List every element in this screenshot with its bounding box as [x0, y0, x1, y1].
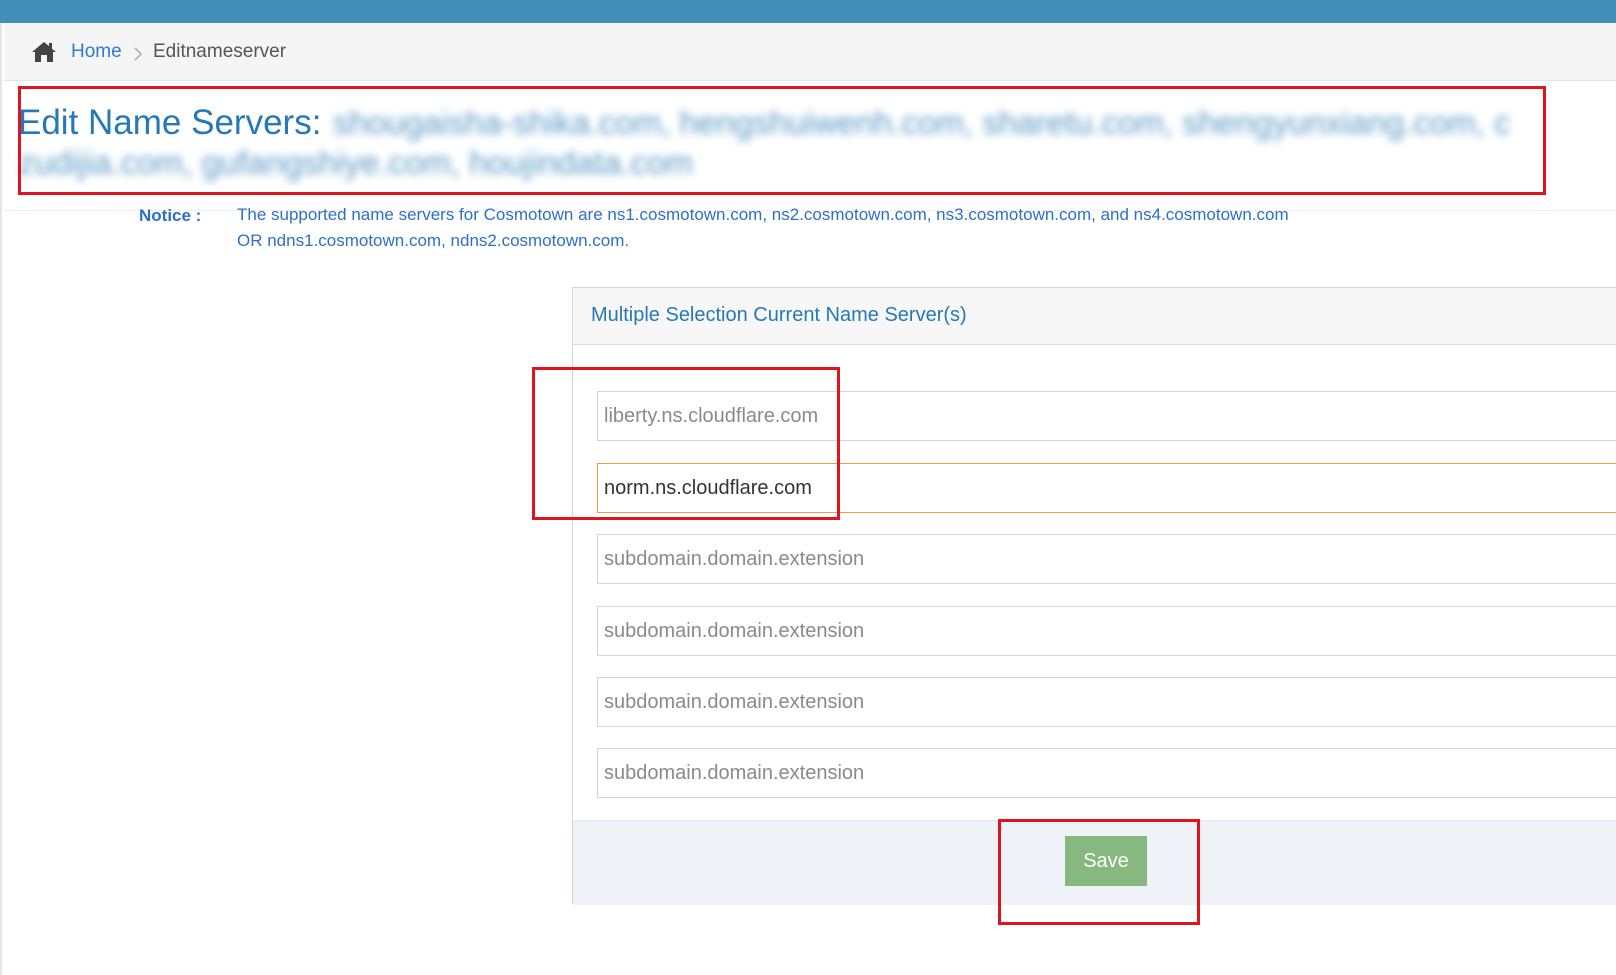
top-navbar — [0, 0, 1616, 23]
notice-line-2: OR ndns1.cosmotown.com, ndns2.cosmotown.… — [237, 231, 630, 250]
highlight-box-title — [18, 86, 1546, 195]
widget-title: Multiple Selection Current Name Server(s… — [591, 304, 967, 326]
home-icon[interactable] — [30, 40, 58, 64]
nameserver-input-5[interactable] — [597, 677, 1616, 727]
breadcrumb: Home Editnameserver — [4, 23, 1616, 81]
widget-header: Multiple Selection Current Name Server(s… — [573, 288, 1616, 345]
highlight-box-save — [998, 819, 1200, 925]
chevron-right-icon — [134, 47, 143, 61]
breadcrumb-home-link[interactable]: Home — [71, 40, 122, 64]
notice-text: The supported name servers for Cosmotown… — [237, 202, 1357, 254]
breadcrumb-current: Editnameserver — [153, 41, 287, 62]
nameserver-input-4[interactable] — [597, 606, 1616, 656]
notice-label: Notice : — [139, 206, 202, 225]
notice-line-1: The supported name servers for Cosmotown… — [237, 205, 1289, 224]
nameserver-input-6[interactable] — [597, 748, 1616, 798]
nameserver-input-3[interactable] — [597, 534, 1616, 584]
highlight-box-inputs — [532, 367, 840, 520]
